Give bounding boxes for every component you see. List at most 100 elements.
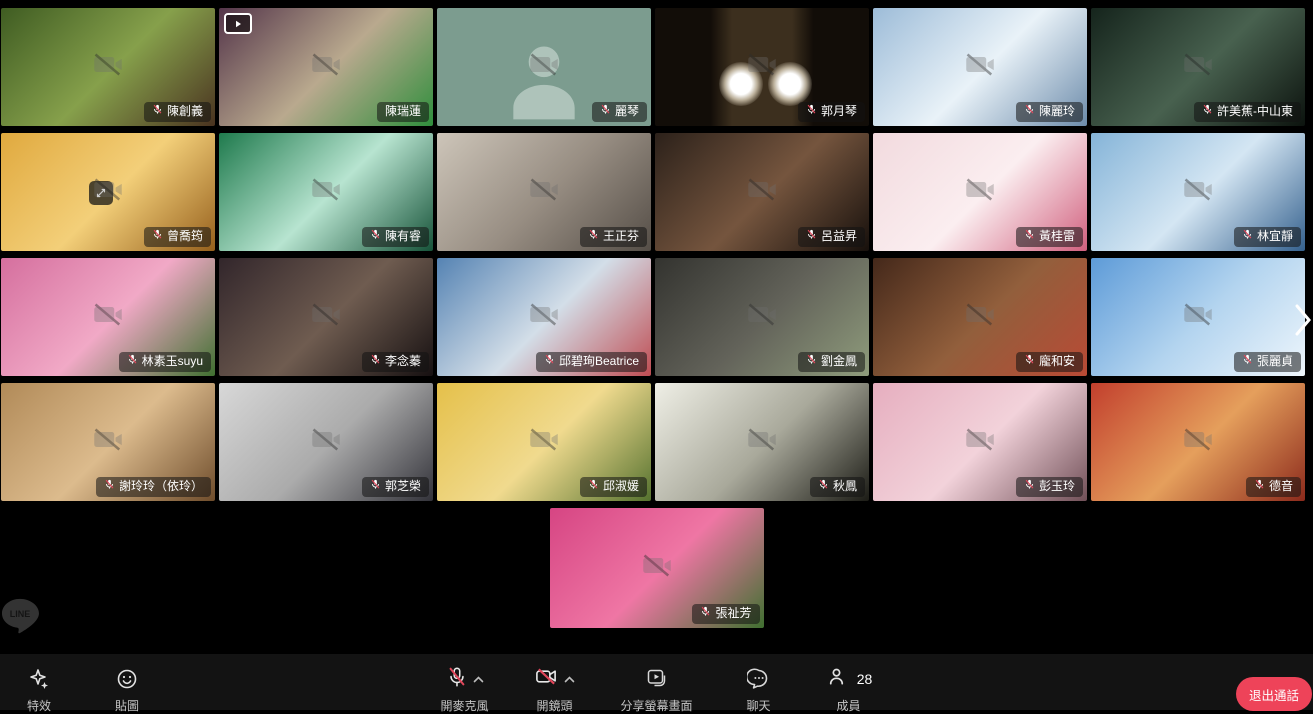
participant-tile[interactable]: 陳瑞蓮 [219, 8, 433, 126]
participant-name-tag: 黃桂雷 [1016, 227, 1083, 247]
video-play-badge-icon [224, 13, 252, 34]
participant-name-tag: 陳創義 [144, 102, 211, 122]
effects-button[interactable]: 特效 [8, 666, 70, 714]
participant-name: 郭月琴 [821, 104, 857, 119]
participant-tile[interactable]: 許美蕉-中山東 [1091, 8, 1305, 126]
participant-tile[interactable]: 李念蓁 [219, 258, 433, 376]
participant-name: 黃桂雷 [1039, 229, 1075, 244]
participant-name: 陳創義 [167, 104, 203, 119]
participant-name-tag: 邱淑媛 [580, 477, 647, 497]
participant-tile[interactable]: 龐和安 [873, 258, 1087, 376]
participant-tile[interactable]: 郭芝榮 [219, 383, 433, 501]
smiley-face-icon [115, 666, 139, 692]
camera-off-icon [1183, 300, 1213, 335]
participant-tile[interactable]: 呂益昇 [655, 133, 869, 251]
participant-tile[interactable]: 彭玉玲 [873, 383, 1087, 501]
participant-tile[interactable]: 陳創義 [1, 8, 215, 126]
members-button[interactable]: 28 成員 [825, 666, 873, 714]
participant-name-tag: 謝玲玲（依玲） [96, 477, 211, 497]
participant-tile[interactable]: 林宜靜 [1091, 133, 1305, 251]
participant-name-tag: 張麗貞 [1234, 352, 1301, 372]
camera-off-icon [93, 300, 123, 335]
video-grid: 陳創義 陳瑞蓮 [0, 0, 1313, 501]
participant-name-tag: 張祉芳 [692, 604, 759, 624]
camera-off-icon [1183, 50, 1213, 85]
camera-off-icon [93, 425, 123, 460]
participant-tile[interactable]: 陳有睿 [219, 133, 433, 251]
mic-muted-icon [370, 354, 381, 369]
participant-name-tag: 劉金鳳 [798, 352, 865, 372]
sticker-button[interactable]: 貼圖 [96, 666, 158, 714]
mic-toggle-button[interactable]: 開麥克風 [440, 666, 488, 714]
camera-off-icon [642, 551, 672, 586]
mic-muted-icon [152, 229, 163, 244]
participant-name-tag: 邱碧珣Beatrice [536, 352, 647, 372]
participant-name: 邱碧珣Beatrice [559, 354, 639, 369]
participant-tile[interactable]: 秋鳳 [655, 383, 869, 501]
participant-name-tag: 李念蓁 [362, 352, 429, 372]
participant-tile[interactable]: 張麗貞 [1091, 258, 1305, 376]
camera-off-icon [311, 300, 341, 335]
camera-toggle-button[interactable]: 開鏡頭 [531, 666, 579, 714]
participant-tile[interactable]: 林素玉suyu [1, 258, 215, 376]
camera-off-icon [1183, 175, 1213, 210]
participant-name-tag: 郭芝榮 [362, 477, 429, 497]
participant-tile[interactable]: 郭月琴 [655, 8, 869, 126]
participant-name-tag: 陳麗玲 [1016, 102, 1083, 122]
avatar-placeholder-icon [498, 35, 590, 126]
mic-muted-icon [806, 354, 817, 369]
participant-tile[interactable]: 曾喬筠 [1, 133, 215, 251]
participant-name: 王正芬 [603, 229, 639, 244]
participant-name: 許美蕉-中山東 [1217, 104, 1293, 119]
chevron-up-icon[interactable] [564, 670, 575, 688]
participant-name: 劉金鳳 [821, 354, 857, 369]
sparkle-icon [27, 666, 51, 692]
mic-muted-icon [1024, 479, 1035, 494]
mic-muted-icon [806, 104, 817, 119]
camera-off-icon [747, 175, 777, 210]
participant-name: 謝玲玲（依玲） [119, 479, 203, 494]
mic-muted-icon [544, 354, 555, 369]
camera-off-icon [529, 425, 559, 460]
mic-muted-icon [600, 104, 611, 119]
mic-muted-icon [1242, 229, 1253, 244]
camera-off-icon [1183, 425, 1213, 460]
camera-off-icon [311, 50, 341, 85]
call-toolbar: 特效 貼圖 [0, 654, 1313, 710]
participant-tile[interactable]: 張祉芳 [550, 508, 764, 628]
chat-button[interactable]: 聊天 [735, 666, 783, 714]
participant-tile[interactable]: 王正芬 [437, 133, 651, 251]
share-screen-button[interactable]: 分享螢幕畫面 [621, 666, 693, 714]
participant-tile[interactable]: 麗琴 [437, 8, 651, 126]
participant-name: 邱淑媛 [603, 479, 639, 494]
participant-name: 彭玉玲 [1039, 479, 1075, 494]
participant-tile[interactable]: 陳麗玲 [873, 8, 1087, 126]
camera-label: 開鏡頭 [536, 697, 572, 714]
mic-muted-icon [1254, 479, 1265, 494]
mic-muted-icon [588, 479, 599, 494]
participant-name: 龐和安 [1039, 354, 1075, 369]
participant-tile[interactable]: 邱碧珣Beatrice [437, 258, 651, 376]
participant-tile[interactable]: 謝玲玲（依玲） [1, 383, 215, 501]
camera-off-icon [93, 50, 123, 85]
mic-muted-icon [1024, 104, 1035, 119]
participant-tile[interactable]: 德音 [1091, 383, 1305, 501]
mic-muted-icon [818, 479, 829, 494]
expand-fullscreen-icon[interactable] [89, 181, 113, 205]
participant-name-tag: 德音 [1246, 477, 1301, 497]
camera-off-icon [747, 300, 777, 335]
participant-name-tag: 呂益昇 [798, 227, 865, 247]
mic-muted-icon [806, 229, 817, 244]
participant-tile[interactable]: 邱淑媛 [437, 383, 651, 501]
chevron-up-icon[interactable] [472, 670, 483, 688]
lamp-glow [719, 62, 763, 106]
participant-name: 麗琴 [615, 104, 639, 119]
participant-name-tag: 郭月琴 [798, 102, 865, 122]
next-page-chevron-icon[interactable] [1294, 300, 1312, 345]
participant-tile[interactable]: 黃桂雷 [873, 133, 1087, 251]
mic-muted-icon [1024, 354, 1035, 369]
screen-share-icon [645, 666, 669, 692]
mic-muted-icon [1024, 229, 1035, 244]
leave-call-button[interactable]: 退出通話 [1236, 677, 1312, 711]
participant-tile[interactable]: 劉金鳳 [655, 258, 869, 376]
